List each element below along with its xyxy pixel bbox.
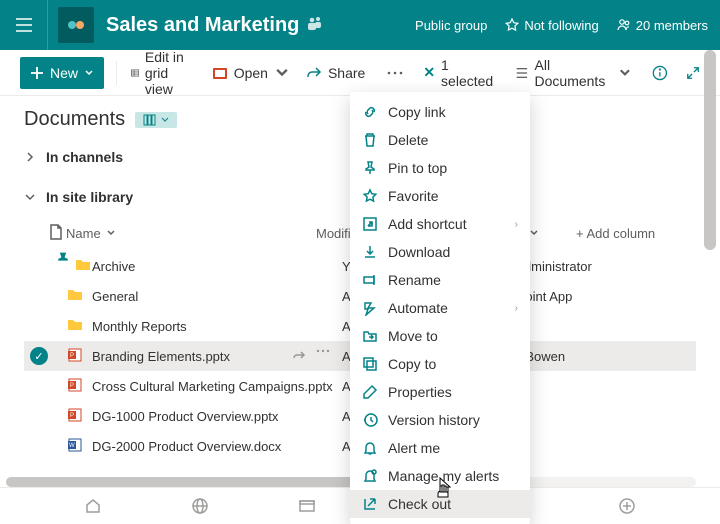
site-logo[interactable]: [58, 7, 94, 43]
ctx-delete[interactable]: Delete: [350, 126, 530, 154]
info-button[interactable]: [652, 64, 668, 82]
follow-button[interactable]: Not following: [505, 18, 598, 33]
ctx-version-history[interactable]: Version history: [350, 406, 530, 434]
name-column[interactable]: Name: [66, 226, 316, 241]
new-button[interactable]: New: [20, 57, 104, 89]
row-check-icon[interactable]: ✓: [30, 347, 48, 365]
share-button[interactable]: Share: [304, 61, 367, 85]
site-header: Sales and Marketing Public group Not fol…: [0, 0, 720, 50]
edit-grid-button[interactable]: Edit in grid view: [129, 45, 198, 101]
open-button[interactable]: Open: [210, 61, 292, 85]
teams-icon: [307, 15, 323, 36]
page-title: Documents: [24, 108, 125, 131]
file-type-column[interactable]: [45, 224, 66, 243]
svg-text:P: P: [70, 413, 74, 419]
ctx-copy-link[interactable]: Copy link: [350, 98, 530, 126]
svg-text:P: P: [70, 353, 74, 359]
svg-text:W: W: [69, 443, 75, 449]
file-type-icon: P: [58, 347, 92, 366]
file-name[interactable]: Archive: [92, 259, 135, 274]
file-type-icon: [58, 317, 92, 336]
svg-text:P: P: [70, 383, 74, 389]
file-type-icon: P: [58, 407, 92, 426]
add-column-button[interactable]: + Add column: [576, 226, 696, 241]
app-launcher-button[interactable]: [0, 0, 48, 50]
share-icon[interactable]: [292, 349, 306, 363]
members-button[interactable]: 20 members: [617, 18, 708, 33]
tiles-view-button[interactable]: [135, 112, 177, 128]
cursor-icon: [434, 476, 456, 500]
command-bar: New Edit in grid view Open Share ✕1 sele…: [0, 50, 720, 96]
site-title[interactable]: Sales and Marketing: [106, 14, 299, 37]
group-privacy[interactable]: Public group: [415, 18, 487, 33]
row-more-icon[interactable]: [316, 349, 330, 353]
ctx-properties[interactable]: Properties: [350, 378, 530, 406]
ctx-alert-me[interactable]: Alert me: [350, 434, 530, 462]
view-switcher[interactable]: All Documents: [513, 53, 635, 93]
ctx-favorite[interactable]: Favorite: [350, 182, 530, 210]
file-type-icon: W: [58, 437, 92, 456]
ctx-move-to[interactable]: Move to: [350, 322, 530, 350]
ctx-add-shortcut[interactable]: Add shortcut›: [350, 210, 530, 238]
file-name[interactable]: DG-1000 Product Overview.pptx: [92, 409, 278, 424]
file-name[interactable]: Branding Elements.pptx: [92, 349, 230, 364]
ctx-download[interactable]: Download: [350, 238, 530, 266]
ctx-rename[interactable]: Rename: [350, 266, 530, 294]
vertical-scrollbar[interactable]: [704, 50, 716, 250]
nav-add-icon[interactable]: [618, 497, 636, 515]
ctx-pin-to-top[interactable]: Pin to top: [350, 154, 530, 182]
nav-folder-icon[interactable]: [298, 497, 316, 515]
context-menu: Copy link Delete Pin to top Favorite Add…: [350, 92, 530, 524]
more-actions-button[interactable]: [379, 61, 411, 85]
file-type-icon: P: [58, 377, 92, 396]
file-name[interactable]: DG-2000 Product Overview.docx: [92, 439, 281, 454]
file-name[interactable]: Monthly Reports: [92, 319, 187, 334]
nav-home-icon[interactable]: [84, 497, 102, 515]
file-name[interactable]: Cross Cultural Marketing Campaigns.pptx: [92, 379, 333, 394]
file-type-icon: [58, 287, 92, 306]
nav-globe-icon[interactable]: [191, 497, 209, 515]
ctx-automate[interactable]: Automate›: [350, 294, 530, 322]
ctx-copy-to[interactable]: Copy to: [350, 350, 530, 378]
selection-count[interactable]: ✕1 selected: [423, 57, 494, 89]
expand-button[interactable]: [686, 65, 700, 81]
file-name[interactable]: General: [92, 289, 138, 304]
file-type-icon: [58, 257, 92, 276]
